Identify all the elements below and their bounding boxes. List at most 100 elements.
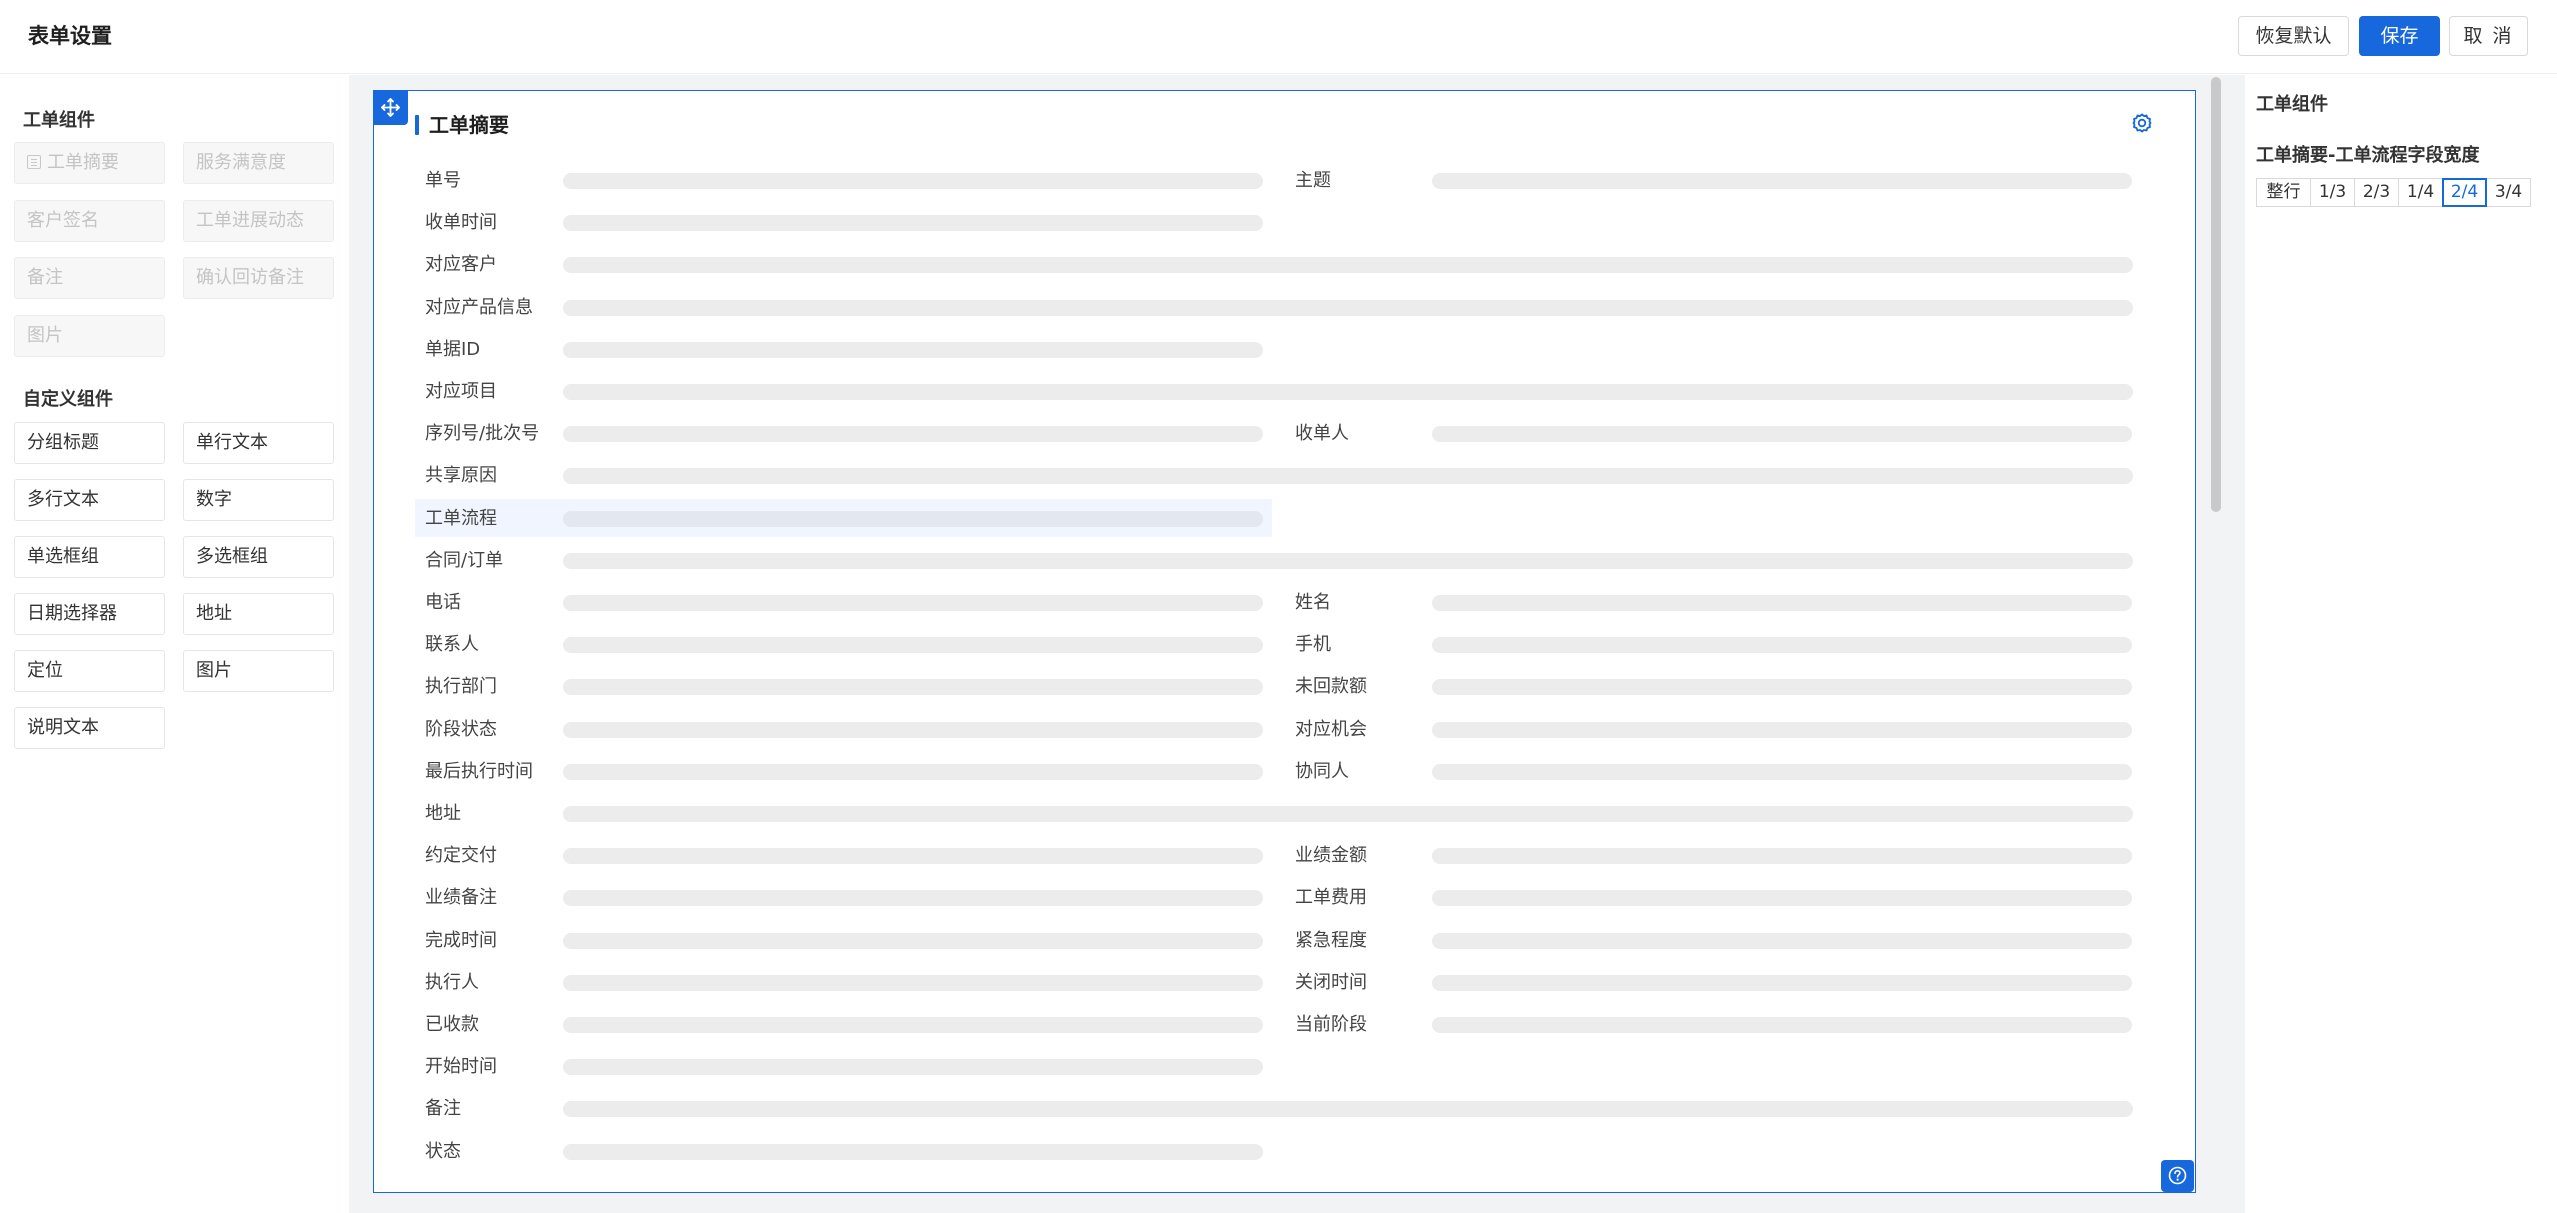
field-placeholder-bar[interactable]: [563, 300, 2133, 316]
field-placeholder-bar[interactable]: [1432, 933, 2132, 949]
custom-chip-checkbox-group[interactable]: 多选框组: [183, 536, 334, 578]
field-placeholder-bar[interactable]: [1432, 890, 2132, 906]
field-label: 姓名: [1295, 592, 1331, 613]
component-chip-callback-remark: 确认回访备注: [183, 257, 334, 299]
field-placeholder-bar[interactable]: [1432, 975, 2132, 991]
field-label: 单号: [425, 170, 461, 191]
field-label: 关闭时间: [1295, 972, 1367, 993]
field-placeholder-bar[interactable]: [1432, 764, 2132, 780]
custom-chip-date-picker[interactable]: 日期选择器: [14, 593, 165, 635]
field-label: 主题: [1295, 170, 1331, 191]
component-sidebar: [0, 75, 348, 1213]
field-placeholder-bar[interactable]: [563, 595, 1263, 611]
field-placeholder-bar[interactable]: [563, 511, 1263, 527]
field-label: 执行人: [425, 972, 479, 993]
field-placeholder-bar[interactable]: [563, 468, 2133, 484]
field-placeholder-bar[interactable]: [1432, 722, 2132, 738]
card-title-accent: [415, 115, 419, 135]
field-label: 地址: [425, 803, 461, 824]
field-placeholder-bar[interactable]: [563, 933, 1263, 949]
field-placeholder-bar[interactable]: [1432, 848, 2132, 864]
canvas-scrollbar[interactable]: [2211, 77, 2221, 512]
custom-chip-single-line[interactable]: 单行文本: [183, 422, 334, 464]
field-placeholder-bar[interactable]: [563, 1059, 1263, 1075]
custom-chip-address[interactable]: 地址: [183, 593, 334, 635]
save-button[interactable]: 保存: [2359, 16, 2440, 56]
field-label: 对应客户: [425, 254, 497, 275]
field-label: 备注: [425, 1098, 461, 1119]
field-placeholder-bar[interactable]: [1432, 595, 2132, 611]
field-placeholder-bar[interactable]: [563, 722, 1263, 738]
width-option-1-3[interactable]: 1/3: [2310, 178, 2355, 207]
field-label: 完成时间: [425, 930, 497, 951]
field-placeholder-bar[interactable]: [563, 679, 1263, 695]
field-placeholder-bar[interactable]: [563, 426, 1263, 442]
width-option-1-4[interactable]: 1/4: [2398, 178, 2443, 207]
field-placeholder-bar[interactable]: [563, 1101, 2133, 1117]
component-chip-satisfaction: 服务满意度: [183, 142, 334, 184]
field-placeholder-bar[interactable]: [1432, 426, 2132, 442]
field-placeholder-bar[interactable]: [1432, 637, 2132, 653]
field-placeholder-bar[interactable]: [563, 764, 1263, 780]
component-chip-label: 服务满意度: [196, 152, 286, 173]
width-option-full[interactable]: 整行: [2256, 178, 2311, 207]
width-option-2-4[interactable]: 2/4: [2442, 178, 2487, 207]
field-placeholder-bar[interactable]: [563, 342, 1263, 358]
field-label: 收单时间: [425, 212, 497, 233]
help-icon[interactable]: [2161, 1160, 2194, 1192]
cancel-button[interactable]: 取 消: [2449, 16, 2528, 56]
field-label: 联系人: [425, 634, 479, 655]
width-option-2-3[interactable]: 2/3: [2354, 178, 2399, 207]
component-chip-progress: 工单进展动态: [183, 200, 334, 242]
field-label: 最后执行时间: [425, 761, 533, 782]
component-chip-label: 备注: [27, 267, 63, 288]
field-label: 业绩备注: [425, 887, 497, 908]
field-label: 单据ID: [425, 339, 481, 360]
component-chip-summary: 工单摘要: [14, 142, 165, 184]
field-placeholder-bar[interactable]: [563, 975, 1263, 991]
move-icon[interactable]: [373, 90, 408, 125]
field-placeholder-bar[interactable]: [1432, 173, 2132, 189]
custom-chip-radio-group[interactable]: 单选框组: [14, 536, 165, 578]
component-chip-label: 图片: [27, 325, 63, 346]
custom-chip-number[interactable]: 数字: [183, 479, 334, 521]
field-placeholder-bar[interactable]: [563, 637, 1263, 653]
component-chip-label: 客户签名: [27, 210, 99, 231]
field-label: 执行部门: [425, 676, 497, 697]
custom-chip-image[interactable]: 图片: [183, 650, 334, 692]
custom-chip-description[interactable]: 说明文本: [14, 707, 165, 749]
field-label: 当前阶段: [1295, 1014, 1367, 1035]
field-placeholder-bar[interactable]: [563, 890, 1263, 906]
field-label: 手机: [1295, 634, 1331, 655]
component-chip-label: 工单摘要: [47, 152, 119, 173]
component-chip-remark: 备注: [14, 257, 165, 299]
field-label: 工单流程: [425, 508, 497, 529]
field-label: 开始时间: [425, 1056, 497, 1077]
width-option-3-4[interactable]: 3/4: [2486, 178, 2531, 207]
field-placeholder-bar[interactable]: [563, 553, 2133, 569]
field-label: 阶段状态: [425, 719, 497, 740]
field-placeholder-bar[interactable]: [563, 848, 1263, 864]
field-placeholder-bar[interactable]: [563, 1144, 1263, 1160]
field-label: 约定交付: [425, 845, 497, 866]
custom-chip-multi-line[interactable]: 多行文本: [14, 479, 165, 521]
field-placeholder-bar[interactable]: [563, 1017, 1263, 1033]
field-label: 未回款额: [1295, 676, 1367, 697]
field-label: 业绩金额: [1295, 845, 1367, 866]
field-label: 对应项目: [425, 381, 497, 402]
field-placeholder-bar[interactable]: [563, 215, 1263, 231]
field-placeholder-bar[interactable]: [1432, 1017, 2132, 1033]
field-placeholder-bar[interactable]: [563, 806, 2133, 822]
field-label: 合同/订单: [425, 550, 504, 571]
field-placeholder-bar[interactable]: [1432, 679, 2132, 695]
field-label: 对应机会: [1295, 719, 1367, 740]
restore-default-button[interactable]: 恢复默认: [2238, 16, 2349, 56]
custom-chip-group-title[interactable]: 分组标题: [14, 422, 165, 464]
gear-icon[interactable]: [2131, 112, 2153, 134]
custom-chip-location[interactable]: 定位: [14, 650, 165, 692]
field-placeholder-bar[interactable]: [563, 384, 2133, 400]
field-placeholder-bar[interactable]: [563, 173, 1263, 189]
custom-components-title: 自定义组件: [23, 389, 113, 410]
field-placeholder-bar[interactable]: [563, 257, 2133, 273]
field-width-label: 工单摘要-工单流程字段宽度: [2256, 145, 2480, 166]
